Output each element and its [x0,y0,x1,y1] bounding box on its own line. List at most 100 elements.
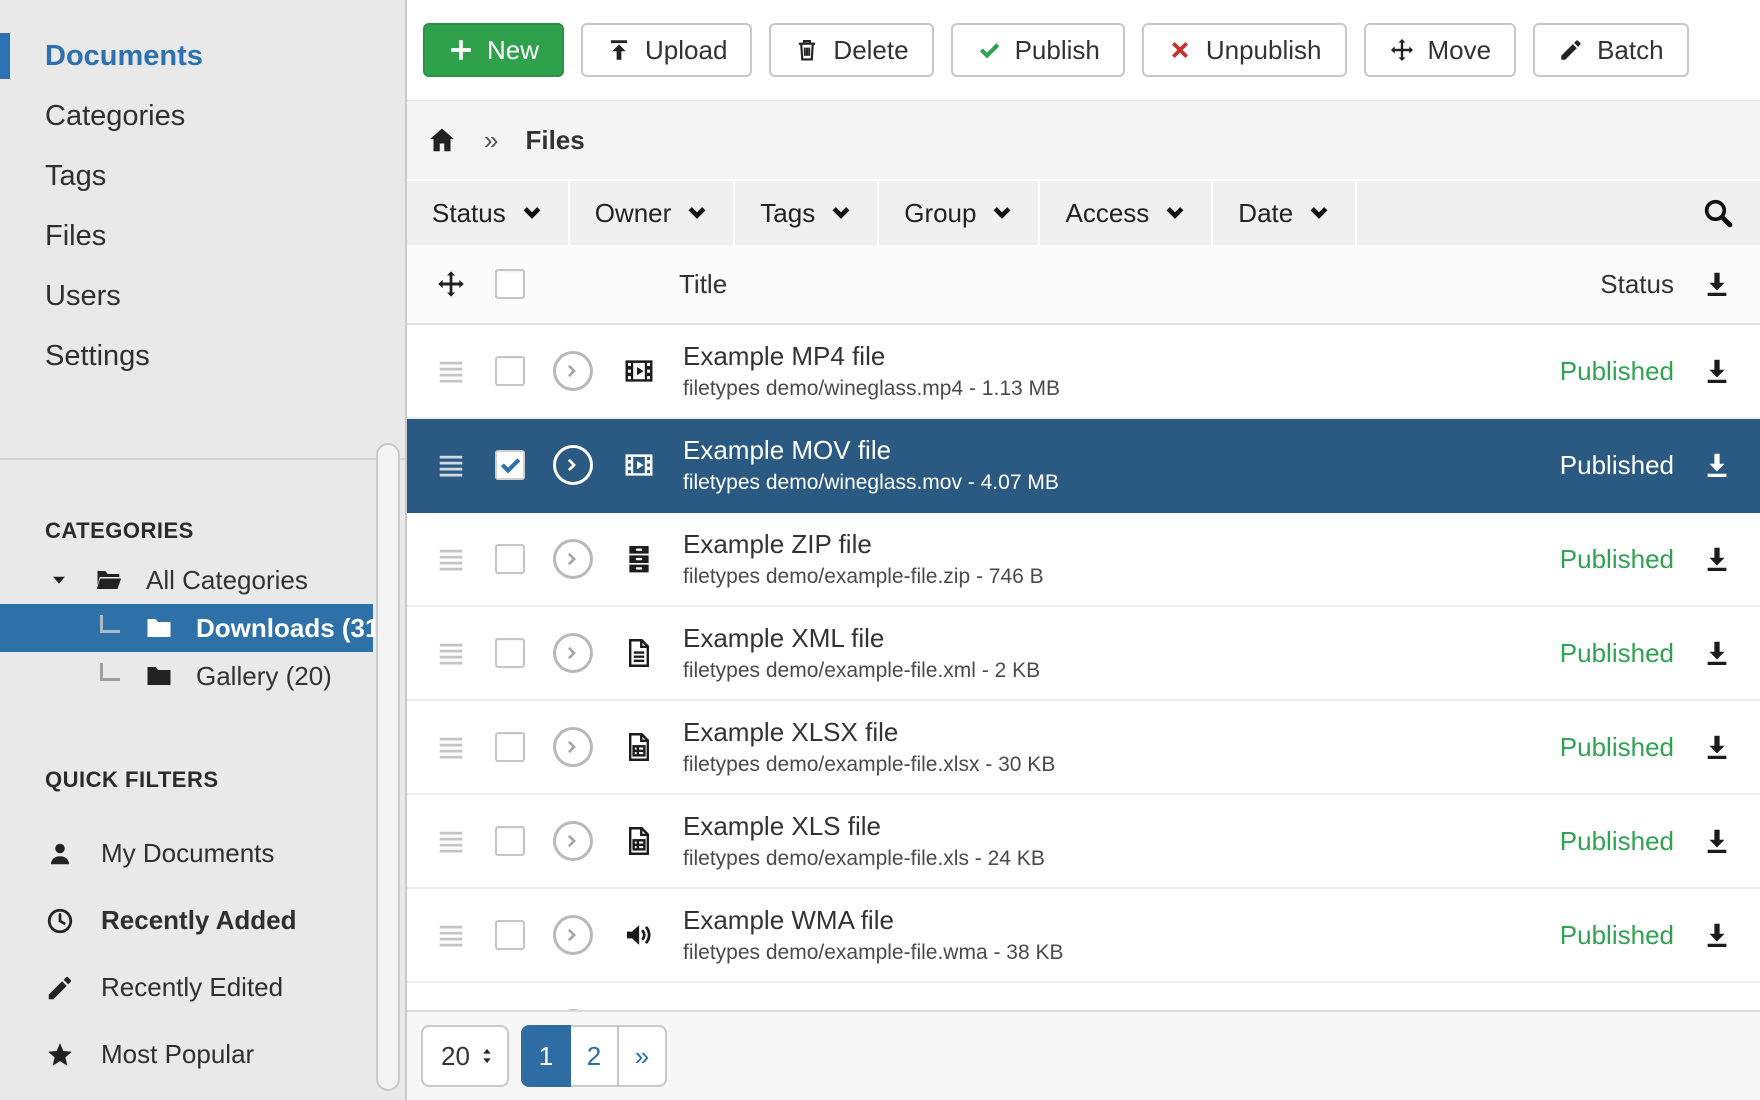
file-title[interactable]: Example XML file [683,622,1040,655]
file-title[interactable]: Example XLS file [683,810,1045,843]
row-checkbox[interactable] [495,826,525,856]
pagination-page-1[interactable]: 1 [521,1025,571,1087]
drag-handle[interactable] [433,826,469,856]
drag-handle[interactable] [433,450,469,480]
file-title[interactable]: Example MOV file [683,434,1059,467]
file-row-example-mov-file[interactable]: Example MOV filefiletypes demo/wineglass… [407,419,1760,513]
file-type-icon-wrap [621,730,657,764]
chevron-right-icon [563,455,583,475]
download-button[interactable] [1674,638,1760,668]
select-all-checkbox[interactable] [495,269,525,299]
quick-filter-recently-added[interactable]: Recently Added [0,887,405,954]
status-badge[interactable]: Published [1454,920,1674,951]
unpublish-button[interactable]: Unpublish [1142,23,1347,77]
quick-filter-label: My Documents [101,838,274,869]
status-column-header[interactable]: Status [1454,269,1674,300]
film-icon [622,448,656,482]
row-checkbox[interactable] [495,450,525,480]
status-badge[interactable]: Published [1454,826,1674,857]
filter-owner[interactable]: Owner [570,181,734,245]
category-item-all-categories[interactable]: All Categories [0,556,373,604]
file-row-example-xlsx-file[interactable]: Example XLSX filefiletypes demo/example-… [407,701,1760,795]
drag-handle[interactable] [433,356,469,386]
breadcrumb-home[interactable] [427,125,457,155]
expand-row-button[interactable] [553,539,593,579]
delete-button[interactable]: Delete [769,23,933,77]
quick-filter-my-documents[interactable]: My Documents [0,820,405,887]
expand-row-button[interactable] [553,727,593,767]
filter-label: Owner [595,198,672,229]
drag-handle[interactable] [433,544,469,574]
row-checkbox[interactable] [495,920,525,950]
filter-label: Date [1238,198,1293,229]
home-icon[interactable] [427,125,457,155]
upload-button[interactable]: Upload [581,23,752,77]
order-column-header[interactable] [433,269,469,299]
drag-handle[interactable] [433,638,469,668]
pagination-page-2[interactable]: 2 [569,1025,619,1087]
download-button[interactable] [1674,920,1760,950]
status-badge[interactable]: Published [1454,638,1674,669]
download-button[interactable] [1674,544,1760,574]
caret-down-icon[interactable] [48,569,70,591]
sidebar-item-files[interactable]: Files [0,206,373,266]
quick-filters-header: QUICK FILTERS [0,765,405,795]
file-row-example-mp4-file[interactable]: Example MP4 filefiletypes demo/wineglass… [407,325,1760,419]
publish-button[interactable]: Publish [951,23,1125,77]
status-badge[interactable]: Published [1454,732,1674,763]
download-button[interactable] [1674,826,1760,856]
search-button[interactable] [1357,181,1760,245]
file-row-example-zip-file[interactable]: Example ZIP filefiletypes demo/example-f… [407,513,1760,607]
move-button[interactable]: Move [1364,23,1517,77]
folder-open-icon [94,565,124,595]
file-row-example-wma-file[interactable]: Example WMA filefiletypes demo/example-f… [407,889,1760,983]
status-badge[interactable]: Published [1454,450,1674,481]
expand-row-button[interactable] [553,633,593,673]
file-row-example-xml-file[interactable]: Example XML filefiletypes demo/example-f… [407,607,1760,701]
sidebar-item-users[interactable]: Users [0,266,373,326]
expand-row-button[interactable] [553,445,593,485]
download-column-header[interactable] [1674,269,1760,299]
expand-row-button[interactable] [553,351,593,391]
quick-filter-recently-edited[interactable]: Recently Edited [0,954,405,1021]
sidebar-item-categories[interactable]: Categories [0,86,373,146]
filter-group[interactable]: Group [879,181,1038,245]
category-item-downloads-31[interactable]: Downloads (31) [0,604,373,652]
file-row-example-xls-file[interactable]: Example XLS filefiletypes demo/example-f… [407,795,1760,889]
file-title[interactable]: Example WMA file [683,904,1064,937]
download-button[interactable] [1674,732,1760,762]
category-item-gallery-20[interactable]: Gallery (20) [0,652,373,700]
new-button[interactable]: New [423,23,564,77]
batch-button[interactable]: Batch [1533,23,1689,77]
page-size-select[interactable]: 20 [421,1025,509,1087]
button-label: Upload [645,35,727,66]
pagination-next-button[interactable]: » [617,1025,667,1087]
filter-date[interactable]: Date [1213,181,1355,245]
filter-tags[interactable]: Tags [735,181,877,245]
quick-filter-most-popular[interactable]: Most Popular [0,1021,405,1088]
drag-handle[interactable] [433,732,469,762]
sidebar-item-settings[interactable]: Settings [0,326,373,386]
sidebar-item-tags[interactable]: Tags [0,146,373,206]
download-button[interactable] [1674,356,1760,386]
status-badge[interactable]: Published [1454,544,1674,575]
row-checkbox[interactable] [495,544,525,574]
expand-row-button[interactable] [553,915,593,955]
chevron-right-icon [563,831,583,851]
row-checkbox[interactable] [495,732,525,762]
file-title[interactable]: Example MP4 file [683,340,1060,373]
row-checkbox[interactable] [495,638,525,668]
status-badge[interactable]: Published [1454,356,1674,387]
row-checkbox[interactable] [495,356,525,386]
drag-handle[interactable] [433,920,469,950]
file-title[interactable]: Example XLSX file [683,716,1055,749]
filter-status[interactable]: Status [407,181,568,245]
file-title[interactable]: Example ZIP file [683,528,1044,561]
expand-row-button[interactable] [553,821,593,861]
sidebar-scrollbar[interactable] [376,443,400,1091]
download-button[interactable] [1674,450,1760,480]
title-column-header[interactable]: Title [679,269,727,300]
filter-access[interactable]: Access [1040,181,1211,245]
sidebar-item-documents[interactable]: Documents [0,26,373,86]
doc-text-icon [622,636,656,670]
